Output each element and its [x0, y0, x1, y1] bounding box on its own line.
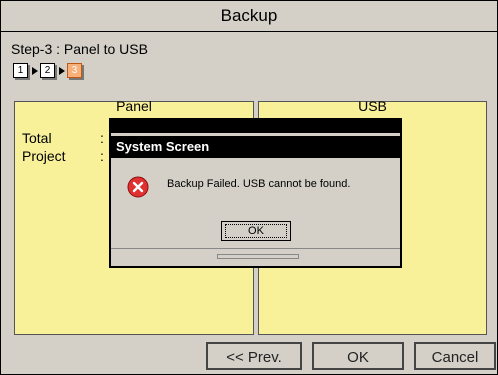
- dialog-bottom-bar: [217, 254, 299, 259]
- dialog-message: Backup Failed. USB cannot be found.: [167, 178, 351, 190]
- ok-button[interactable]: OK: [312, 342, 404, 370]
- backup-screen: Backup Step-3 : Panel to USB 1 2 3 Panel…: [0, 0, 498, 375]
- step-1: 1: [13, 63, 28, 78]
- step-arrow-icon: [32, 66, 38, 75]
- step-3: 3: [67, 63, 82, 78]
- step-2: 2: [40, 63, 55, 78]
- step-arrow-icon: [59, 66, 65, 75]
- error-dialog: System Screen Backup Failed. USB cannot …: [109, 118, 402, 268]
- panel-title: Panel: [116, 98, 152, 114]
- project-label: Project: [22, 148, 66, 164]
- step-label: Step-3 : Panel to USB: [11, 41, 148, 57]
- usb-title: USB: [358, 98, 387, 114]
- prev-button[interactable]: << Prev.: [206, 342, 302, 370]
- dialog-ok-focus: [225, 224, 287, 238]
- dialog-ok-button[interactable]: OK: [221, 221, 291, 241]
- total-label: Total: [22, 130, 52, 146]
- step-indicator: 1 2 3: [13, 63, 82, 78]
- dialog-top-bar: [111, 120, 400, 133]
- total-colon: :: [100, 130, 104, 146]
- cancel-button[interactable]: Cancel: [414, 342, 496, 370]
- project-colon: :: [100, 148, 104, 164]
- dialog-title: System Screen: [111, 136, 400, 158]
- window-title: Backup: [1, 1, 497, 32]
- error-icon: [127, 176, 149, 198]
